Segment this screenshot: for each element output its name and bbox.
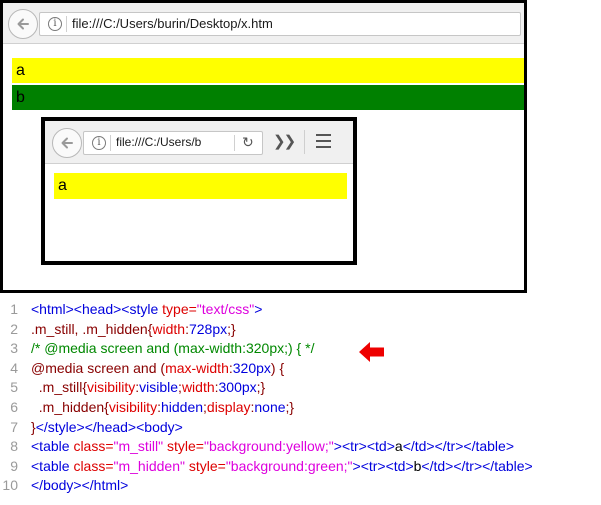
line-number: 9	[10, 457, 18, 474]
code-token: visibility	[108, 398, 158, 415]
code-token: "m_hidden"	[113, 457, 185, 474]
code-token: width	[181, 379, 215, 396]
code-token: "m_still"	[113, 438, 164, 455]
code-token: visibility	[87, 379, 136, 396]
table-row-a-small: a	[54, 173, 347, 199]
code-token: width	[152, 320, 186, 337]
code-token: ;}	[256, 379, 266, 396]
line-number: 7	[10, 418, 18, 435]
address-bar[interactable]: i file:///C:/Users/burin/Desktop/x.htm	[39, 12, 521, 36]
code-token: "background:green;"	[225, 457, 353, 474]
code-token: 728px	[188, 320, 228, 337]
line-number: 6	[10, 398, 18, 415]
code-token: "text/css"	[196, 301, 255, 317]
code-token: <html><head><style	[31, 301, 163, 317]
code-token: style=	[163, 438, 204, 455]
code-token: ><tr><td>	[352, 457, 414, 474]
browser-toolbar: i file:///C:/Users/burin/Desktop/x.htm	[3, 3, 524, 44]
code-token: .m_hidden{	[31, 398, 109, 415]
address-bar-url[interactable]: file:///C:/Users/burin/Desktop/x.htm	[72, 16, 273, 31]
code-token: class=	[73, 438, 114, 455]
code-token: a	[394, 438, 403, 455]
code-text: <table class="m_still" style="background…	[31, 437, 514, 457]
info-icon[interactable]: i	[92, 136, 106, 150]
code-text: }</style></head><body>	[31, 418, 183, 438]
code-token: max-width	[165, 359, 229, 376]
code-token: 320px	[232, 359, 271, 376]
code-token: display	[206, 398, 251, 415]
code-token: </td></tr></table>	[421, 457, 533, 474]
address-bar-divider	[66, 16, 67, 32]
line-number: 1	[10, 301, 18, 317]
code-text: .m_still, .m_hidden{width:728px;}	[31, 320, 236, 340]
code-token: ><tr><td>	[333, 438, 395, 455]
code-text: </body></html>	[31, 476, 128, 496]
table-row-b: b	[12, 85, 524, 110]
address-bar-small[interactable]: i file:///C:/Users/b ↻	[83, 131, 263, 155]
info-icon[interactable]: i	[48, 17, 62, 31]
code-token: 300px	[218, 379, 257, 396]
code-token: </style></head><body>	[35, 418, 183, 435]
code-text: /* @media screen and (max-width:320px;) …	[31, 339, 314, 359]
back-arrow-icon	[17, 18, 29, 30]
code-line: 3 /* @media screen and (max-width:320px;)…	[0, 339, 601, 359]
code-line: 7 }</style></head><body>	[0, 418, 601, 438]
code-token: none	[254, 398, 286, 415]
back-button[interactable]	[8, 9, 38, 39]
toolbar-divider	[304, 130, 305, 154]
code-token: .m_still{	[31, 379, 88, 396]
line-number: 10	[2, 477, 18, 494]
code-text: @media screen and (max-width:320px) {	[31, 359, 284, 379]
code-line: 8 <table class="m_still" style="backgroun…	[0, 437, 601, 457]
address-bar-divider	[110, 135, 111, 151]
code-token: /* @media screen and (max-width:320px;) …	[31, 340, 315, 357]
code-token: class=	[73, 457, 114, 474]
code-line: 9 <table class="m_hidden" style="backgrou…	[0, 457, 601, 477]
reload-icon[interactable]: ↻	[242, 134, 254, 151]
code-token: </td></tr></table>	[402, 438, 514, 455]
back-button-small[interactable]	[52, 128, 82, 158]
line-number: 3	[10, 340, 18, 357]
code-token: >	[254, 301, 263, 317]
address-bar-url-small[interactable]: file:///C:/Users/b	[116, 135, 201, 149]
line-number: 8	[10, 438, 18, 455]
back-arrow-icon	[61, 137, 73, 149]
line-number: 4	[10, 359, 18, 376]
code-text: <table class="m_hidden" style="backgroun…	[31, 457, 533, 477]
code-line: 1 <html><head><style type="text/css">	[0, 300, 601, 320]
code-token: ;}	[227, 320, 236, 337]
code-line: 2 .m_still, .m_hidden{width:728px;}	[0, 320, 601, 340]
hamburger-menu-icon[interactable]	[316, 134, 331, 148]
code-text: <html><head><style type="text/css">	[31, 300, 262, 320]
code-token: hidden	[160, 398, 204, 415]
browser-window-small: i file:///C:/Users/b ↻ ❯❯ a	[41, 117, 357, 265]
code-line: 5 .m_still{visibility:visible;width:300p…	[0, 378, 601, 398]
code-token: style=	[184, 457, 226, 474]
red-arrow-icon	[359, 342, 384, 362]
code-token: ;}	[285, 398, 295, 415]
code-text: .m_still{visibility:visible;width:300px;…	[31, 378, 265, 398]
code-token: ) {	[270, 359, 285, 376]
reload-divider	[234, 135, 235, 151]
code-token: visible	[139, 379, 179, 396]
code-token: @media screen and (	[31, 359, 166, 376]
code-token: "background:yellow;"	[203, 438, 334, 455]
browser-window-large: i file:///C:/Users/burin/Desktop/x.htm a…	[0, 0, 527, 293]
table-row-a: a	[12, 58, 524, 83]
code-listing: 1 <html><head><style type="text/css"> 2 .m_…	[0, 300, 601, 496]
code-token: .m_still, .m_hidden{	[31, 320, 153, 337]
code-token: <table	[31, 457, 74, 474]
code-line: 6 .m_hidden{visibility:hidden;display:no…	[0, 398, 601, 418]
code-token: <table	[31, 438, 74, 455]
code-text: .m_hidden{visibility:hidden;display:none…	[31, 398, 294, 418]
code-line: 10 </body></html>	[0, 476, 601, 496]
browser-toolbar-small: i file:///C:/Users/b ↻ ❯❯	[45, 121, 353, 164]
line-number: 5	[10, 379, 18, 396]
overflow-chevron-icon[interactable]: ❯❯	[273, 132, 296, 150]
code-token: </body></html>	[31, 477, 129, 494]
code-line: 4 @media screen and (max-width:320px) {	[0, 359, 601, 379]
line-number: 2	[10, 320, 18, 337]
code-token: type=	[162, 301, 197, 317]
